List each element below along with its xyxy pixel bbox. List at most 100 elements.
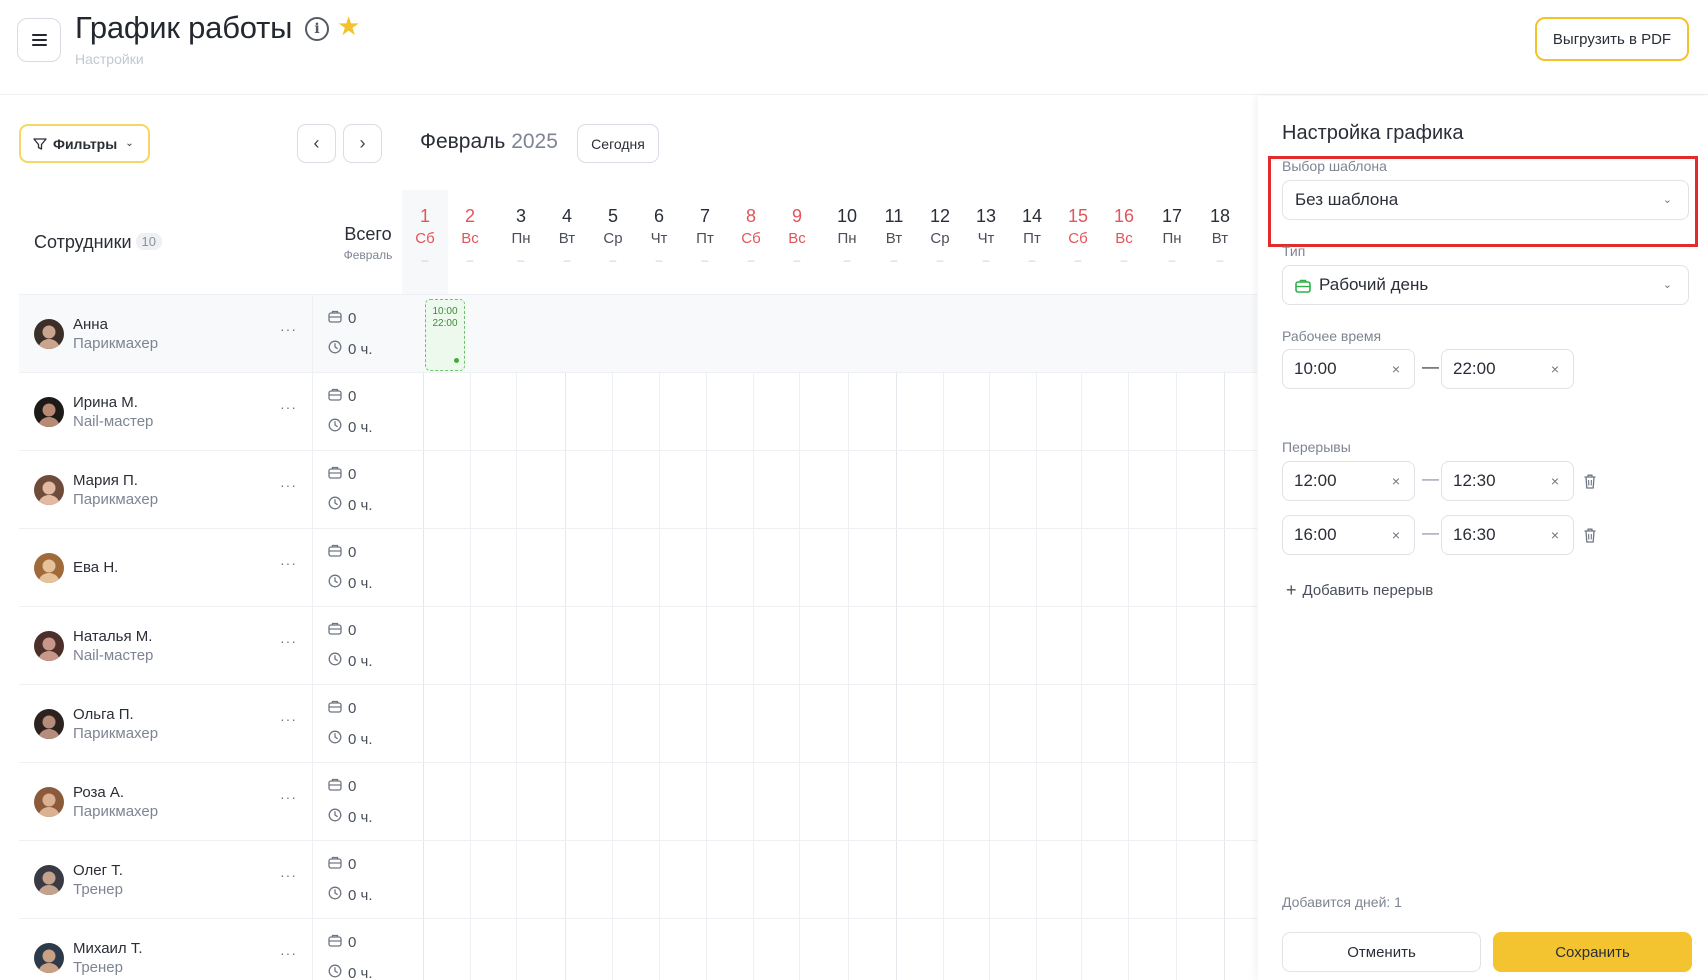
briefcase-icon	[328, 310, 342, 327]
employee-name[interactable]: Анна	[73, 316, 108, 333]
day-dash: –	[890, 253, 898, 267]
day-dash: –	[1028, 253, 1036, 267]
days-note: Добавится дней: 1	[1282, 894, 1402, 910]
add-break-button[interactable]: + Добавить перерыв	[1286, 580, 1433, 601]
schedule-grid: Сотрудники 10 Всего Февраль 1 Сб –2 Вс –3 Пн –4…	[0, 190, 1257, 980]
break-start-input[interactable]: 16:00 ×	[1282, 515, 1415, 555]
avatar[interactable]	[34, 631, 64, 661]
hours-total: 0 ч.	[328, 808, 373, 826]
cancel-button[interactable]: Отменить	[1282, 932, 1481, 972]
day-dash: –	[747, 253, 755, 267]
breadcrumb[interactable]: Настройки	[75, 51, 144, 67]
next-month-button[interactable]: ›	[343, 124, 382, 163]
more-options-icon[interactable]: ···	[280, 867, 297, 883]
avatar[interactable]	[34, 943, 64, 973]
shift-count-value: 0	[348, 622, 357, 639]
page-title: График работы	[75, 10, 293, 45]
avatar[interactable]	[34, 397, 64, 427]
chevron-left-icon: ‹	[313, 133, 320, 153]
shift-count: 0	[328, 466, 356, 483]
avatar[interactable]	[34, 553, 64, 583]
employee-row: Роза А. Парикмахер ··· 0 0 ч.	[19, 762, 1257, 841]
employees-header: Сотрудники 10	[34, 232, 162, 253]
avatar[interactable]	[34, 319, 64, 349]
more-options-icon[interactable]: ···	[280, 633, 297, 649]
more-options-icon[interactable]: ···	[280, 789, 297, 805]
shift-card[interactable]: 10:00 22:00	[425, 299, 465, 371]
break-end-input[interactable]: 16:30 ×	[1441, 515, 1574, 555]
day-header-8: 8 Сб –	[728, 190, 774, 294]
day-header-17: 17 Пн –	[1149, 190, 1195, 294]
briefcase-icon	[1295, 279, 1311, 293]
export-pdf-button[interactable]: Выгрузить в PDF	[1535, 17, 1689, 61]
menu-button[interactable]	[17, 18, 61, 62]
trash-icon[interactable]	[1583, 473, 1597, 490]
filters-button[interactable]: Фильтры ⌄	[19, 124, 150, 163]
column-divider	[312, 373, 313, 451]
shift-count: 0	[328, 544, 356, 561]
shift-count: 0	[328, 934, 356, 951]
break-start-value: 16:00	[1294, 525, 1337, 544]
day-header-10: 10 Пн –	[824, 190, 870, 294]
clock-icon	[328, 418, 342, 436]
hours-total: 0 ч.	[328, 730, 373, 748]
type-select[interactable]: Рабочий день ⌄	[1282, 265, 1689, 305]
employee-name[interactable]: Роза А.	[73, 784, 124, 801]
info-icon[interactable]: i	[305, 17, 329, 41]
template-select[interactable]: Без шаблона ⌄	[1282, 180, 1689, 220]
more-options-icon[interactable]: ···	[280, 321, 297, 337]
shift-start: 10:00	[432, 306, 458, 317]
avatar[interactable]	[34, 865, 64, 895]
day-dash: –	[609, 253, 617, 267]
work-end-input[interactable]: 22:00 ×	[1441, 349, 1574, 389]
day-header-5: 5 Ср –	[590, 190, 636, 294]
column-divider	[312, 295, 313, 373]
day-dash: –	[1120, 253, 1128, 267]
clear-icon[interactable]: ×	[1551, 361, 1559, 377]
employee-name[interactable]: Наталья М.	[73, 628, 152, 645]
shift-end: 22:00	[432, 318, 458, 329]
chevron-down-icon: ⌄	[1662, 194, 1672, 206]
more-options-icon[interactable]: ···	[280, 477, 297, 493]
today-button[interactable]: Сегодня	[577, 124, 659, 163]
star-icon[interactable]: ★	[337, 12, 360, 42]
employee-name[interactable]: Ирина М.	[73, 394, 138, 411]
day-weekday: Вс	[461, 230, 479, 247]
prev-month-button[interactable]: ‹	[297, 124, 336, 163]
break-end-input[interactable]: 12:30 ×	[1441, 461, 1574, 501]
clear-icon[interactable]: ×	[1392, 473, 1400, 489]
more-options-icon[interactable]: ···	[280, 399, 297, 415]
clear-icon[interactable]: ×	[1551, 473, 1559, 489]
day-weekday: Вт	[885, 230, 903, 247]
hours-total: 0 ч.	[328, 574, 373, 592]
employee-row: Мария П. Парикмахер ··· 0 0 ч.	[19, 450, 1257, 529]
clear-icon[interactable]: ×	[1392, 527, 1400, 543]
employee-role: Парикмахер	[73, 803, 159, 820]
work-start-input[interactable]: 10:00 ×	[1282, 349, 1415, 389]
column-divider	[312, 451, 313, 529]
day-weekday: Вт	[558, 230, 576, 247]
employee-name[interactable]: Михаил Т.	[73, 940, 143, 957]
trash-icon[interactable]	[1583, 527, 1597, 544]
avatar[interactable]	[34, 709, 64, 739]
type-value: Рабочий день	[1319, 275, 1429, 294]
more-options-icon[interactable]: ···	[280, 555, 297, 571]
clear-icon[interactable]: ×	[1551, 527, 1559, 543]
employee-name[interactable]: Олег Т.	[73, 862, 123, 879]
day-number: 12	[929, 206, 951, 226]
employees-count-badge: 10	[135, 233, 162, 250]
clear-icon[interactable]: ×	[1392, 361, 1400, 377]
employee-name[interactable]: Мария П.	[73, 472, 138, 489]
avatar[interactable]	[34, 475, 64, 505]
hours-total: 0 ч.	[328, 964, 373, 980]
day-number: 3	[515, 206, 526, 226]
save-button[interactable]: Сохранить	[1493, 932, 1692, 972]
shift-count-value: 0	[348, 778, 357, 795]
avatar[interactable]	[34, 787, 64, 817]
employee-name[interactable]: Ева Н.	[73, 559, 118, 576]
more-options-icon[interactable]: ···	[280, 711, 297, 727]
day-number: 14	[1021, 206, 1043, 226]
employee-name[interactable]: Ольга П.	[73, 706, 134, 723]
break-start-input[interactable]: 12:00 ×	[1282, 461, 1415, 501]
more-options-icon[interactable]: ···	[280, 945, 297, 961]
